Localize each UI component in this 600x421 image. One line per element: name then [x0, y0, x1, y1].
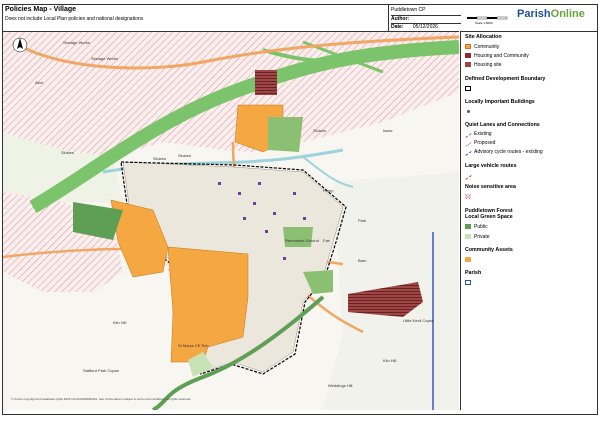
legend-quiet-lanes: Quiet Lanes and Connections [465, 122, 540, 128]
recreation-ground [283, 227, 313, 247]
map-meta: Puddletown CP Author: Date: 05/12/2026 [388, 5, 461, 31]
map-label-school: St Marys CE Sch [178, 343, 208, 348]
legend-site-allocation: Site Allocation [465, 34, 502, 40]
legend-community-assets: Community Assets [465, 247, 513, 253]
map-label-barn: Barn [358, 258, 366, 263]
map-label-sluices-1: Sluices [61, 150, 74, 155]
swatch-housing-community [465, 53, 471, 58]
scale-bar: Scale 1:5000 [461, 5, 516, 31]
map-label-kiln-hill: Kiln Hill [113, 320, 126, 325]
map-label-issue: Issue [383, 128, 393, 133]
scale-label: Scale 1:5000 [475, 21, 493, 25]
map-label-allot: Allot [35, 80, 44, 85]
legend-housing-site: Housing site [474, 62, 502, 68]
map-label-little-kecil: Little Kecil Copse [403, 318, 435, 323]
map-label-weddings-hill: Weddings Hill [328, 383, 352, 388]
map-label-sewage-1: Sewage Works [63, 40, 90, 45]
map-label-sluices-3: Sluices [178, 153, 191, 158]
legend-advisory: Advisory cycle routes - existing [474, 149, 543, 155]
swatch-private [465, 234, 471, 239]
swatch-community-assets [465, 257, 471, 262]
map-copyright: © Crown copyright and database rights 20… [11, 397, 192, 401]
parish-online-logo: ParishOnline [517, 8, 585, 20]
swatch-ddb [465, 86, 471, 91]
green-space-north [268, 117, 303, 152]
legend-public: Public [474, 224, 488, 230]
map-header: Policies Map - Village Does not include … [3, 5, 389, 31]
map-label-sluices-4: Sluices [313, 128, 326, 133]
date-label: Date: [391, 24, 404, 30]
swatch-parish [465, 280, 471, 285]
map-subtitle: Does not include Local Plan policies and… [5, 16, 144, 22]
map-label-kiln-hill-east: Kiln Hill [383, 358, 396, 363]
legend-noise: Noise sensitive area [465, 184, 516, 190]
legend-existing: Existing [474, 131, 492, 137]
swatch-advisory [465, 151, 472, 156]
map-label-sewage-2: Sewage Works [91, 56, 118, 61]
swatch-lib [467, 110, 470, 113]
map-legend: Site Allocation Community Housing and Co… [460, 31, 598, 410]
map-label-park: Park [358, 218, 366, 223]
legend-parish: Parish [465, 270, 482, 276]
map-svg[interactable]: Sewage Works Sewage Works Allot Sluices … [3, 32, 459, 410]
swatch-proposed [465, 142, 472, 147]
swatch-noise [465, 194, 471, 199]
swatch-community [465, 44, 471, 49]
legend-proposed: Proposed [474, 140, 496, 146]
swatch-public [465, 224, 471, 229]
north-arrow-icon [12, 37, 28, 53]
map-label-stafford-park: Stafford Park Copse [83, 368, 120, 373]
map-label-pump: Pump [323, 188, 334, 193]
legend-housing-community: Housing and Community [474, 53, 529, 59]
housing-site-north [255, 70, 277, 95]
legend-lgs: Local Green Space [465, 214, 513, 220]
date-value: 05/12/2026 [412, 24, 438, 30]
legend-ddb: Defined Development Boundary [465, 76, 546, 82]
legend-private: Private [474, 234, 490, 240]
author-label: Author: [391, 16, 410, 22]
map-title: Policies Map - Village [5, 6, 77, 13]
map-label-recreation: Recreation Ground [285, 238, 319, 243]
map-label-fair: Fair [323, 238, 331, 243]
map-canvas[interactable]: Sewage Works Sewage Works Allot Sluices … [3, 31, 459, 410]
scale-bar-graphic [467, 16, 508, 20]
legend-large-vehicle: Large vehicle routes [465, 163, 517, 169]
map-label-sluices-2: Sluices [153, 156, 166, 161]
swatch-large-vehicle [465, 175, 472, 180]
swatch-housing-site [465, 62, 471, 67]
swatch-existing [465, 133, 472, 138]
legend-community: Community [474, 44, 500, 50]
legend-lib: Locally Important Buildings [465, 99, 535, 105]
parish-name: Puddletown CP [391, 7, 426, 13]
